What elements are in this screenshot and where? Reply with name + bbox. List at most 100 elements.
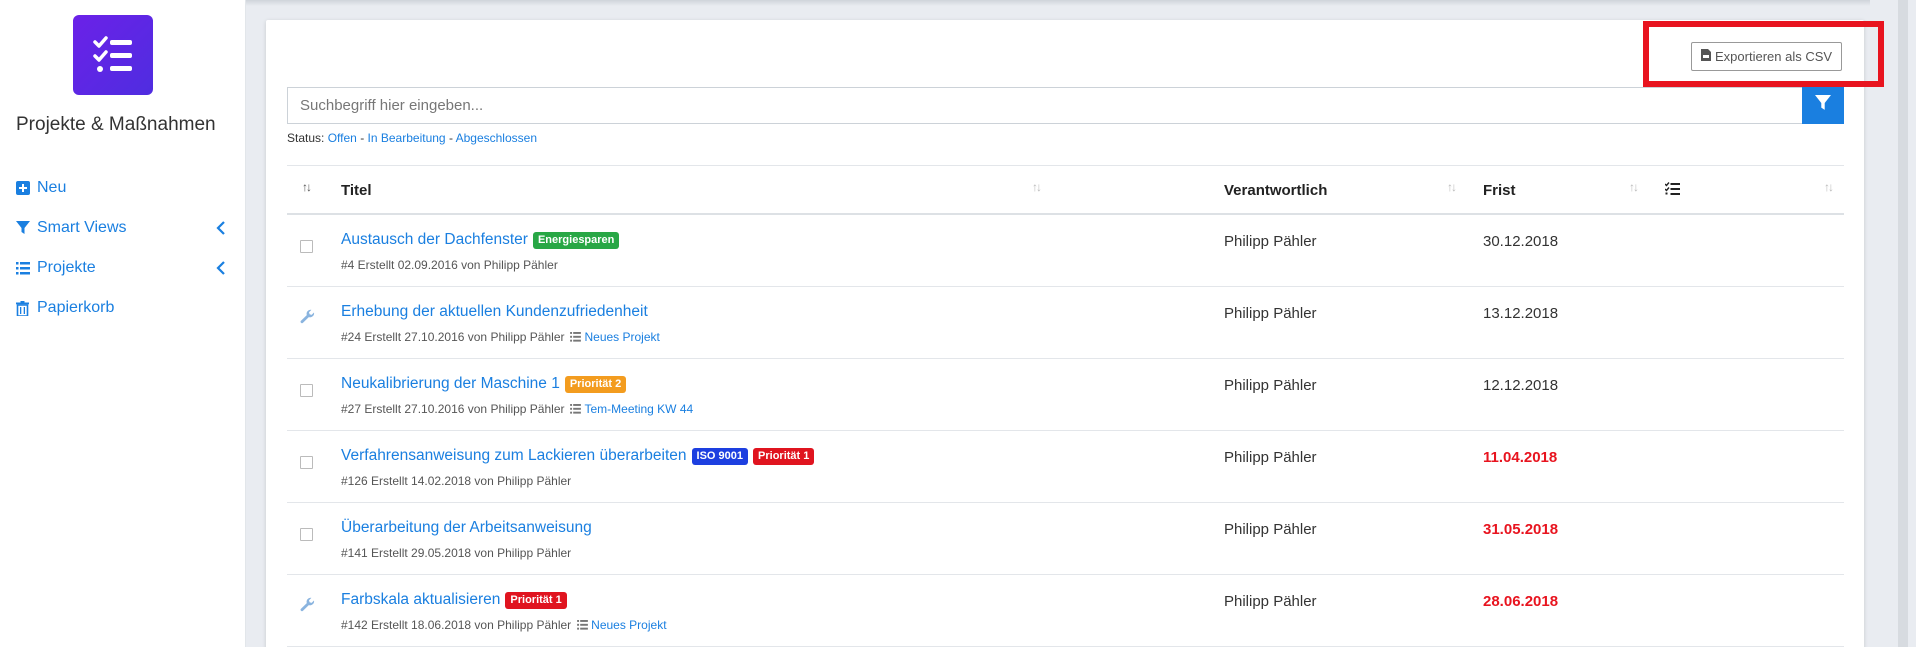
task-meta: #24 Erstellt 27.10.2016 von Philipp Pähl… (341, 330, 660, 344)
checkbox[interactable] (300, 456, 313, 469)
sidebar-item-label: Smart Views (37, 219, 127, 236)
table-row[interactable]: Überarbeitung der Arbeitsanweisung #141 E… (287, 503, 1844, 575)
task-meta: #142 Erstellt 18.06.2018 von Philipp Päh… (341, 618, 667, 632)
scrollbar-track[interactable] (1898, 0, 1908, 647)
table-row[interactable]: Austausch der Dachfenster Energiesparen #4… (287, 215, 1844, 287)
task-list-icon (93, 36, 132, 72)
table-header: ↑↓ Titel ↑↓ Verantwortlich ↑↓ Frist ↑↓ ↑… (287, 165, 1844, 215)
table-row[interactable]: Erhebung der aktuellen Kundenzufriedenhe… (287, 287, 1844, 359)
task-meta: #27 Erstellt 27.10.2016 von Philipp Pähl… (341, 402, 693, 416)
status-option-in-bearbeitung[interactable]: In Bearbeitung (368, 131, 446, 145)
sidebar-item-label: Neu (37, 179, 67, 196)
task-meta: #126 Erstellt 14.02.2018 von Philipp Päh… (341, 474, 571, 488)
sidebar-item-papierkorb[interactable]: Papierkorb (16, 288, 236, 328)
list-icon (16, 261, 34, 275)
sidebar-item-projekte[interactable]: Projekte (16, 248, 236, 288)
project-link[interactable]: Neues Projekt (591, 618, 666, 632)
sort-icon-titel[interactable]: ↑↓ (1032, 180, 1042, 194)
task-meta-text: #4 Erstellt 02.09.2016 von Philipp Pähle… (341, 258, 558, 272)
task-title-link[interactable]: Überarbeitung der Arbeitsanweisung (341, 519, 592, 537)
checklist-icon (1664, 181, 1680, 199)
chevron-left-icon[interactable] (216, 221, 226, 235)
separator: - (360, 131, 365, 145)
list-icon (570, 332, 582, 342)
table-row[interactable]: Verfahrensanweisung zum Lackieren überar… (287, 431, 1844, 503)
task-title: Neukalibrierung der Maschine 1 Priorität … (341, 375, 627, 393)
task-meta-text: #126 Erstellt 14.02.2018 von Philipp Päh… (341, 474, 572, 488)
table-row[interactable]: Neukalibrierung der Maschine 1 Priorität … (287, 359, 1844, 431)
responsible-cell: Philipp Pähler (1224, 449, 1317, 466)
sort-icon-checklist[interactable]: ↑↓ (1824, 180, 1834, 194)
sort-icon-verantwortlich[interactable]: ↑↓ (1447, 180, 1457, 194)
sort-icon-frist[interactable]: ↑↓ (1629, 180, 1639, 194)
task-meta-text: #27 Erstellt 27.10.2016 von Philipp Pähl… (341, 402, 565, 416)
scrollbar[interactable] (1895, 0, 1916, 647)
list-icon (570, 404, 582, 414)
checkbox[interactable] (300, 384, 313, 397)
tag-badge: Energiesparen (532, 231, 620, 249)
task-meta: #141 Erstellt 29.05.2018 von Philipp Päh… (341, 546, 571, 560)
plus-square-icon (16, 181, 34, 195)
sidebar: Projekte & Maßnahmen Neu Smart Views Pro… (0, 0, 246, 647)
column-header-verantwortlich[interactable]: Verantwortlich (1224, 166, 1327, 214)
app-logo[interactable] (73, 15, 153, 95)
sidebar-item-label: Projekte (37, 259, 96, 276)
filter-icon (1815, 95, 1831, 116)
export-csv-button[interactable]: Exportieren als CSV (1691, 42, 1843, 71)
table-row[interactable]: Farbskala aktualisieren Priorität 1 #142 E… (287, 575, 1844, 647)
wrench-icon (300, 597, 315, 617)
task-meta: #4 Erstellt 02.09.2016 von Philipp Pähle… (341, 258, 558, 272)
task-title: Farbskala aktualisieren Priorität 1 (341, 591, 567, 609)
export-label: Exportieren als CSV (1715, 49, 1833, 64)
due-date-cell: 12.12.2018 (1483, 377, 1559, 394)
column-header-checklist[interactable] (1664, 166, 1680, 214)
task-title: Austausch der Dachfenster Energiesparen (341, 231, 620, 249)
topbar-shadow (246, 0, 1870, 6)
sidebar-item-label: Papierkorb (37, 299, 115, 316)
task-title-link[interactable]: Erhebung der aktuellen Kundenzufriedenhe… (341, 303, 648, 321)
status-label: Status: (287, 131, 325, 145)
due-date-cell: 13.12.2018 (1483, 305, 1559, 322)
tasks-table: ↑↓ Titel ↑↓ Verantwortlich ↑↓ Frist ↑↓ ↑… (287, 165, 1844, 647)
due-date-cell: 28.06.2018 (1483, 593, 1559, 610)
checkbox[interactable] (300, 240, 313, 253)
app-title: Projekte & Maßnahmen (16, 114, 216, 135)
task-title-link[interactable]: Verfahrensanweisung zum Lackieren überar… (341, 447, 687, 465)
sidebar-nav: Neu Smart Views Projekte Papierkorb (16, 168, 236, 328)
tag-badge: ISO 9001 (691, 447, 749, 465)
checkbox-box[interactable] (300, 456, 313, 469)
task-title: Erhebung der aktuellen Kundenzufriedenhe… (341, 303, 648, 321)
sort-icon-index[interactable]: ↑↓ (302, 180, 312, 194)
chevron-left-icon[interactable] (216, 261, 226, 275)
checkbox-box[interactable] (300, 384, 313, 397)
tag-badge: Priorität 1 (505, 591, 567, 609)
separator: - (448, 131, 453, 145)
project-link[interactable]: Neues Projekt (584, 330, 659, 344)
responsible-cell: Philipp Pähler (1224, 521, 1317, 538)
filter-button[interactable] (1802, 87, 1844, 124)
responsible-cell: Philipp Pähler (1224, 593, 1317, 610)
task-meta-text: #142 Erstellt 18.06.2018 von Philipp Päh… (341, 618, 572, 632)
sidebar-item-neu[interactable]: Neu (16, 168, 236, 208)
task-meta-text: #24 Erstellt 27.10.2016 von Philipp Pähl… (341, 330, 565, 344)
responsible-cell: Philipp Pähler (1224, 233, 1317, 250)
column-header-titel[interactable]: Titel (341, 166, 372, 214)
task-title-link[interactable]: Neukalibrierung der Maschine 1 (341, 375, 560, 393)
task-meta-text: #141 Erstellt 29.05.2018 von Philipp Päh… (341, 546, 572, 560)
task-title-link[interactable]: Farbskala aktualisieren (341, 591, 500, 609)
task-title-link[interactable]: Austausch der Dachfenster (341, 231, 528, 249)
project-link[interactable]: Tem-Meeting KW 44 (584, 402, 693, 416)
status-option-offen[interactable]: Offen (328, 131, 357, 145)
search-input[interactable] (287, 87, 1803, 124)
column-header-frist[interactable]: Frist (1483, 166, 1516, 214)
task-title: Verfahrensanweisung zum Lackieren überar… (341, 447, 815, 465)
wrench-icon (300, 309, 315, 329)
checkbox-box[interactable] (300, 528, 313, 541)
checkbox[interactable] (300, 528, 313, 541)
status-option-abgeschlossen[interactable]: Abgeschlossen (456, 131, 537, 145)
sidebar-item-smart-views[interactable]: Smart Views (16, 208, 236, 248)
checkbox-box[interactable] (300, 240, 313, 253)
responsible-cell: Philipp Pähler (1224, 377, 1317, 394)
filter-icon (16, 221, 34, 235)
due-date-cell: 11.04.2018 (1483, 449, 1558, 466)
